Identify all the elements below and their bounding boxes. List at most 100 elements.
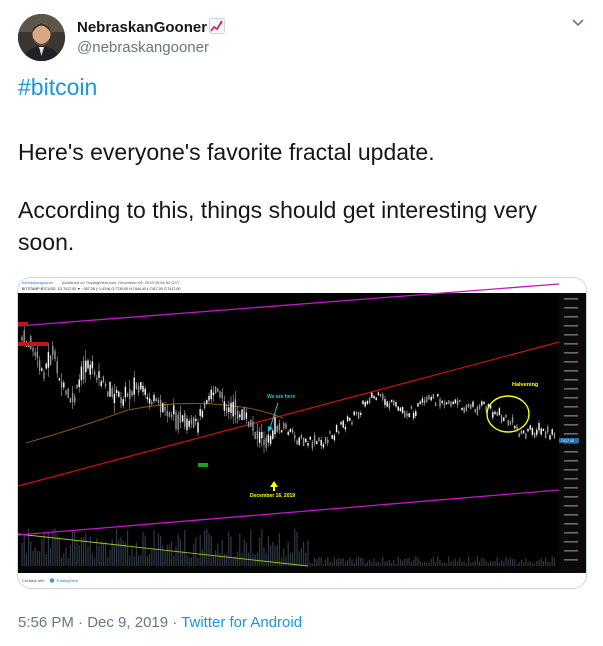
- volume-bar: [144, 535, 146, 566]
- candle-body: [296, 440, 298, 445]
- volume-bar: [285, 556, 287, 566]
- volume-bar: [307, 539, 309, 566]
- candle-body: [450, 401, 452, 407]
- candle-body: [470, 404, 472, 409]
- volume-bar: [78, 545, 80, 566]
- candle-body: [307, 443, 309, 446]
- tweet-text-paragraph-2: According to this, things should get int…: [18, 194, 578, 258]
- volume-bar: [353, 562, 355, 566]
- volume-bar: [210, 535, 212, 566]
- candle-body: [203, 402, 206, 409]
- candle-body: [474, 409, 476, 413]
- volume-bar: [303, 541, 305, 566]
- volume-bar: [505, 556, 507, 566]
- volume-bar: [270, 545, 272, 566]
- candle-body: [184, 413, 186, 427]
- volume-bar: [439, 560, 441, 566]
- candle-body: [503, 417, 505, 422]
- candle-body: [109, 381, 111, 397]
- tweet-image[interactable]: nebraskangooner published on TradingView…: [17, 277, 587, 589]
- candle-body: [514, 426, 516, 429]
- volume-bar: [380, 563, 382, 566]
- volume-bar: [452, 560, 454, 566]
- price-axis-tick: [564, 478, 578, 480]
- candle-body: [230, 402, 232, 413]
- volume-bar: [105, 541, 107, 566]
- tweet-time[interactable]: 5:56 PM: [18, 614, 74, 631]
- candle-body: [23, 330, 25, 343]
- volume-bar: [311, 563, 313, 566]
- volume-bar: [208, 533, 210, 566]
- volume-bar: [377, 561, 379, 566]
- chart-symbol-line: BITSTAMP:BTCUSD, 1D 7417.00 ▼ −307.26 (−…: [22, 287, 180, 291]
- volume-bar: [364, 563, 366, 566]
- candle-body: [283, 423, 285, 429]
- candle-body: [324, 437, 327, 444]
- candle-body: [162, 403, 164, 412]
- volume-bar: [232, 557, 234, 566]
- price-axis-tick: [564, 415, 578, 417]
- candle-body: [335, 425, 338, 432]
- price-axis-tick: [564, 406, 578, 408]
- volume-bar: [111, 539, 113, 566]
- candle-body: [498, 408, 501, 416]
- candle-body: [397, 406, 399, 411]
- candle-body: [320, 440, 322, 446]
- volume-bar: [329, 561, 331, 566]
- tweet-source-link[interactable]: Twitter for Android: [181, 614, 302, 631]
- volume-bar: [520, 559, 522, 566]
- volume-bar: [294, 528, 296, 566]
- volume-bar: [485, 561, 487, 566]
- candle-body: [553, 433, 556, 438]
- candle-body: [300, 434, 303, 439]
- volume-bar: [333, 557, 335, 566]
- candle-body: [448, 400, 450, 404]
- author-handle[interactable]: @nebraskangooner: [77, 39, 209, 56]
- chevron-down-icon[interactable]: [571, 16, 585, 30]
- hashtag-link[interactable]: #bitcoin: [18, 74, 97, 101]
- volume-bar: [168, 544, 170, 566]
- avatar[interactable]: [18, 14, 65, 61]
- volume-bar: [228, 531, 230, 566]
- volume-bar: [432, 556, 434, 566]
- candle-body: [344, 426, 347, 430]
- candle-body: [190, 419, 193, 424]
- volume-bar: [32, 551, 34, 566]
- candle-body: [289, 428, 292, 433]
- volume-bar: [316, 559, 318, 566]
- candle-body: [71, 392, 74, 403]
- candle-body: [287, 431, 289, 435]
- candle-body: [533, 432, 536, 438]
- volume-bar: [397, 556, 399, 566]
- price-axis-tick: [564, 307, 578, 309]
- candle-body: [269, 436, 272, 444]
- volume-bar: [443, 562, 445, 566]
- candle-body: [252, 421, 254, 431]
- candle-body: [192, 417, 195, 428]
- volume-bar: [287, 541, 289, 566]
- tradingview-logo-icon: [49, 578, 55, 583]
- volume-bar: [373, 558, 375, 566]
- candle-body: [544, 431, 547, 438]
- volume-bar: [305, 552, 307, 566]
- candle-body: [329, 431, 331, 434]
- candle-body: [311, 442, 314, 449]
- author-name[interactable]: NebraskanGooner: [77, 18, 226, 38]
- volume-bar: [516, 563, 518, 566]
- candle-body: [340, 422, 342, 425]
- volume-bar: [94, 557, 96, 566]
- price-axis-tick: [564, 424, 578, 426]
- volume-bar: [325, 559, 327, 566]
- volume-bar: [393, 559, 395, 566]
- volume-bar: [100, 540, 102, 566]
- candle-body: [302, 437, 305, 446]
- candle-body: [377, 392, 380, 396]
- candle-body: [210, 389, 212, 400]
- candle-body: [52, 345, 54, 356]
- tweet-date[interactable]: Dec 9, 2019: [87, 614, 168, 631]
- annotation-halvening: Halvening: [512, 382, 538, 388]
- candle-body: [346, 416, 349, 422]
- candle-body: [100, 381, 102, 387]
- volume-bar: [408, 558, 410, 566]
- volume-bar: [551, 556, 553, 566]
